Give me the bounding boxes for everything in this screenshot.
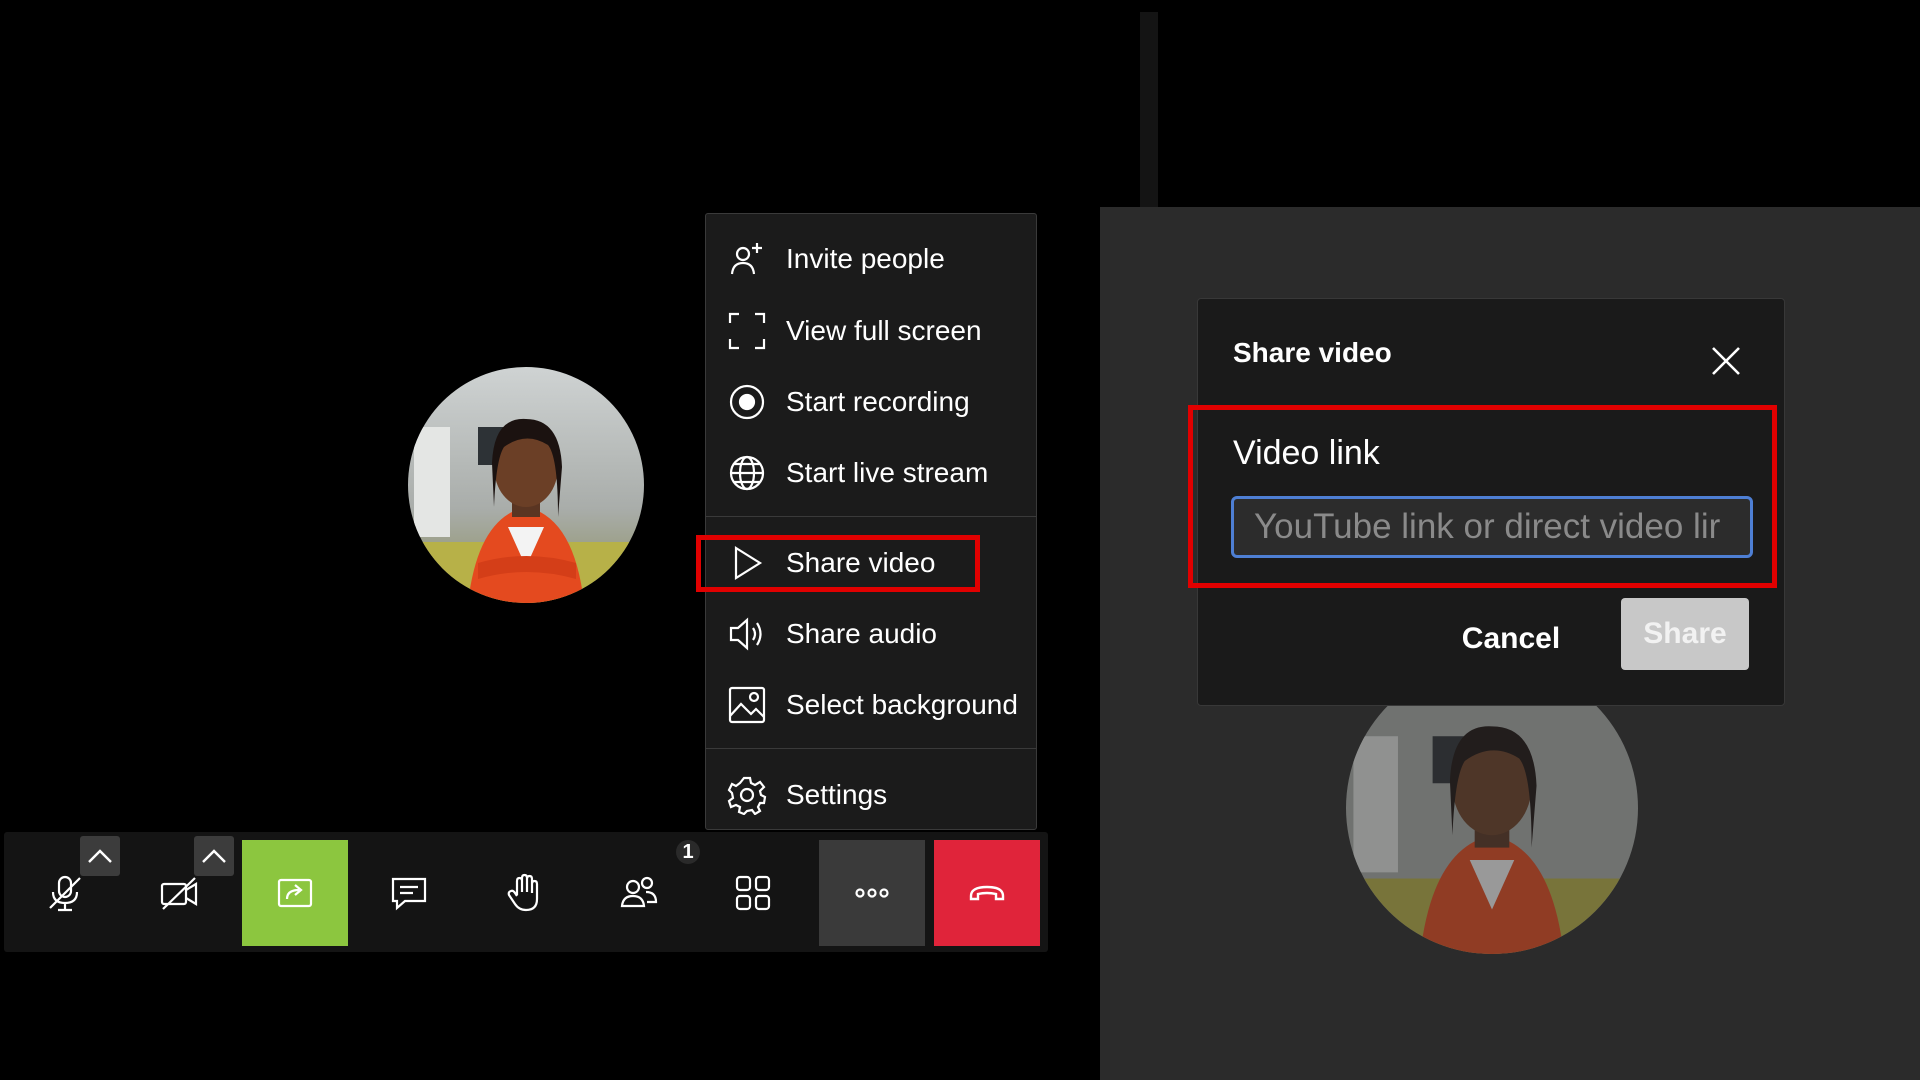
- cancel-button[interactable]: Cancel: [1446, 611, 1576, 667]
- menu-divider: [706, 748, 1036, 749]
- menu-item-invite-people[interactable]: Invite people: [706, 228, 1036, 290]
- tile-view-button[interactable]: [700, 840, 806, 946]
- fullscreen-icon: [727, 311, 767, 351]
- menu-item-label: Share audio: [786, 618, 938, 649]
- speaker-icon: [727, 614, 767, 654]
- leave-meeting-button[interactable]: [934, 840, 1040, 946]
- close-button[interactable]: [1704, 339, 1748, 383]
- divider-bar: [1140, 12, 1158, 208]
- menu-item-label: Settings: [786, 779, 888, 810]
- menu-item-label: View full screen: [786, 315, 982, 346]
- chevron-up-icon: [87, 847, 113, 865]
- share-video-highlight: [696, 535, 980, 592]
- microphone-options-button[interactable]: [80, 836, 120, 876]
- chat-button[interactable]: [356, 840, 462, 946]
- menu-item-start-live-stream[interactable]: Start live stream: [706, 442, 1036, 504]
- menu-item-settings[interactable]: Settings: [706, 764, 1036, 826]
- close-icon: [1710, 345, 1742, 377]
- menu-item-share-audio[interactable]: Share audio: [706, 603, 1036, 665]
- record-icon: [727, 382, 767, 422]
- globe-icon: [727, 453, 767, 493]
- menu-item-label: Start recording: [786, 386, 970, 417]
- menu-item-label: Select background: [786, 689, 1018, 720]
- camera-options-button[interactable]: [194, 836, 234, 876]
- gear-icon: [727, 775, 767, 815]
- grid-icon: [733, 873, 773, 913]
- menu-divider: [706, 516, 1036, 517]
- share-screen-icon: [275, 873, 315, 913]
- participant-avatar[interactable]: [408, 367, 644, 603]
- menu-item-label: Invite people: [786, 243, 945, 274]
- more-icon: [852, 873, 892, 913]
- meeting-toolbar: [4, 832, 1048, 952]
- image-icon: [727, 685, 767, 725]
- menu-item-select-background[interactable]: Select background: [706, 674, 1036, 736]
- meeting-screen: Invite people View full screen Start rec…: [0, 0, 1920, 1080]
- dialog-title: Share video: [1233, 337, 1392, 368]
- share-screen-button[interactable]: [242, 840, 348, 946]
- invite-people-icon: [727, 239, 767, 279]
- menu-item-start-recording[interactable]: Start recording: [706, 371, 1036, 433]
- share-button[interactable]: Share: [1621, 598, 1749, 670]
- conference-stage: Invite people View full screen Start rec…: [0, 0, 1100, 1080]
- participants-count-badge: 1: [676, 840, 700, 864]
- camera-off-icon: [159, 873, 199, 913]
- menu-item-full-screen[interactable]: View full screen: [706, 300, 1036, 362]
- hangup-icon: [967, 873, 1007, 913]
- chevron-up-icon: [201, 847, 227, 865]
- chat-icon: [389, 873, 429, 913]
- video-link-highlight: [1188, 405, 1777, 588]
- hand-icon: [504, 873, 544, 913]
- more-actions-button[interactable]: [819, 840, 925, 946]
- mic-off-icon: [45, 873, 85, 913]
- raise-hand-button[interactable]: [471, 840, 577, 946]
- menu-item-label: Start live stream: [786, 457, 989, 488]
- participants-icon: [619, 873, 659, 913]
- more-actions-menu: Invite people View full screen Start rec…: [705, 213, 1037, 830]
